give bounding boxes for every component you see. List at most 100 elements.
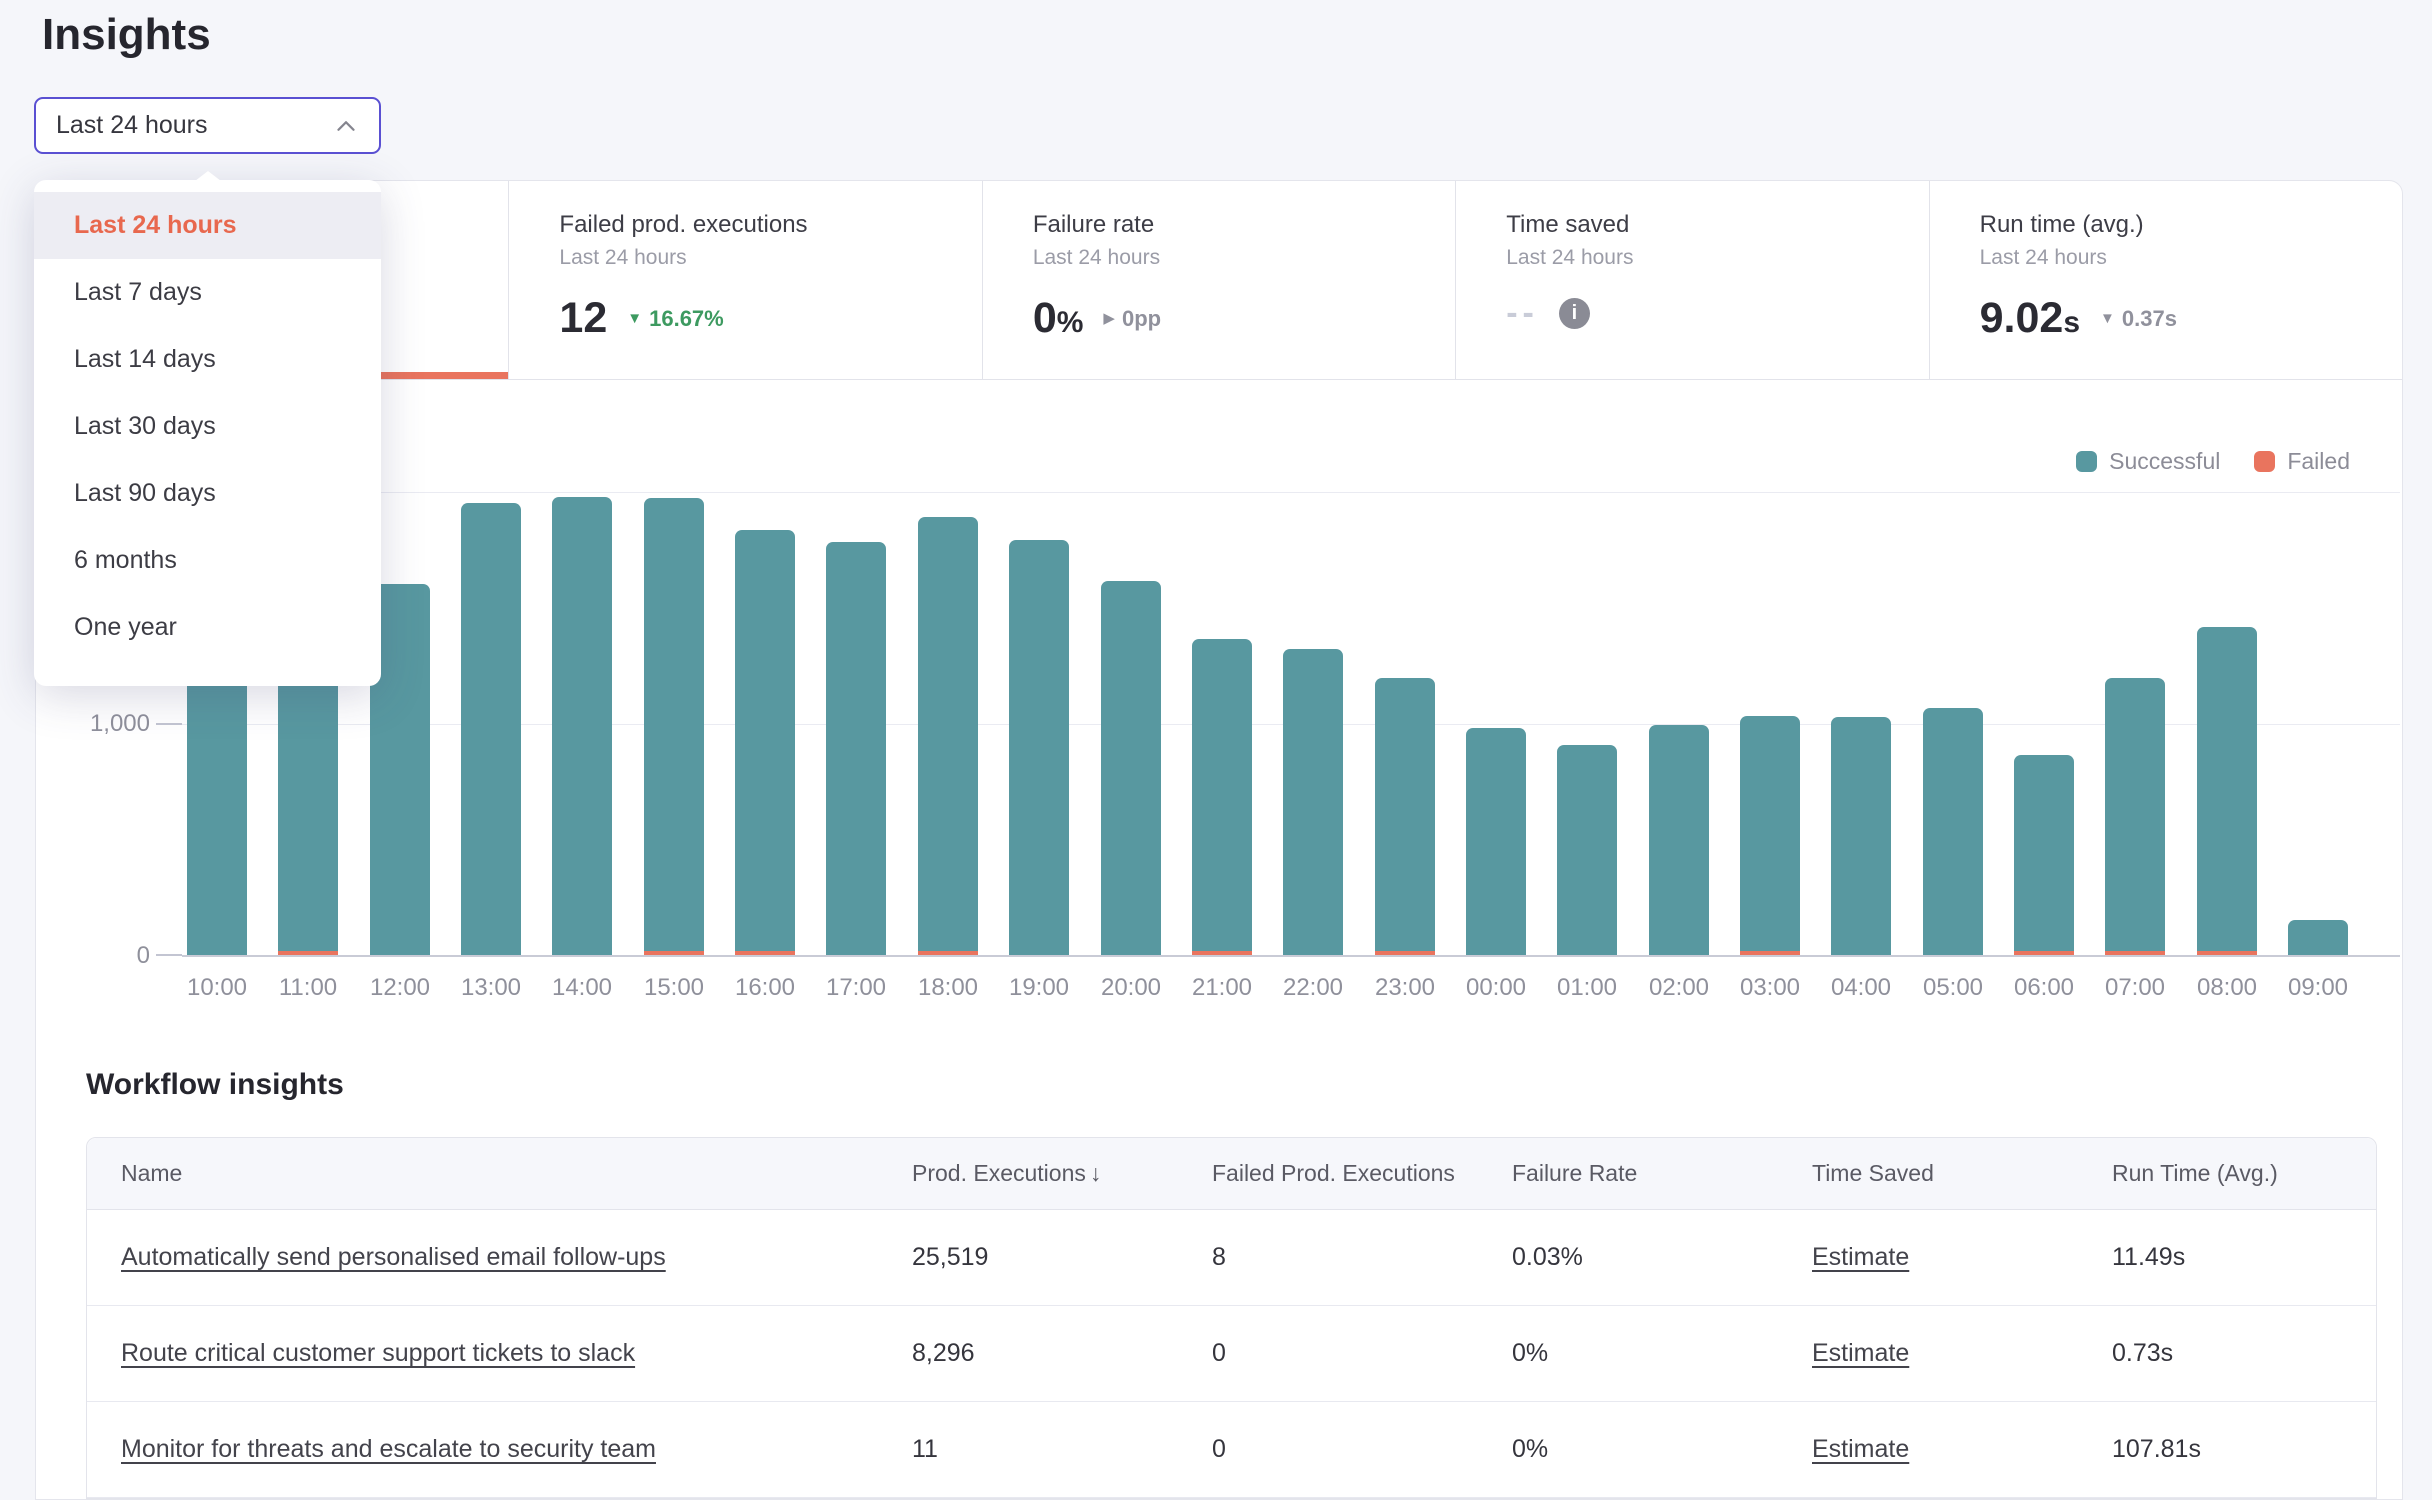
legend-swatch	[2076, 451, 2097, 472]
card-subtitle: Last 24 hours	[1506, 246, 1898, 270]
bar-14-00[interactable]	[552, 497, 612, 955]
col-header-run-time[interactable]: Run Time (Avg.)	[2112, 1160, 2376, 1187]
col-header-failed-prod-executions[interactable]: Failed Prod. Executions	[1212, 1160, 1512, 1187]
card-delta: ▼ 0.37s	[2100, 306, 2177, 332]
x-axis-label: 16:00	[719, 974, 811, 1002]
info-icon[interactable]: i	[1559, 298, 1590, 329]
estimate-link[interactable]: Estimate	[1812, 1243, 1909, 1271]
legend-swatch	[2254, 451, 2275, 472]
col-header-name[interactable]: Name	[121, 1160, 912, 1187]
x-axis-label: 10:00	[171, 974, 263, 1002]
workflow-table: Name Prod. Executions↓ Failed Prod. Exec…	[86, 1137, 2377, 1499]
cell-run-time: 107.81s	[2112, 1435, 2376, 1464]
card-subtitle: Last 24 hours	[1980, 246, 2372, 270]
workflow-link[interactable]: Route critical customer support tickets …	[121, 1339, 635, 1367]
bar-22-00[interactable]	[1283, 649, 1343, 955]
bar-17-00[interactable]	[826, 542, 886, 955]
table-header-row: Name Prod. Executions↓ Failed Prod. Exec…	[87, 1138, 2376, 1210]
sort-desc-icon: ↓	[1090, 1160, 1102, 1186]
bar-05-00[interactable]	[1923, 708, 1983, 955]
summary-card-failed-prod-executions[interactable]: Failed prod. executions Last 24 hours 12…	[508, 181, 981, 379]
legend-item-successful[interactable]: Successful	[2076, 448, 2220, 475]
card-title: Failure rate	[1033, 211, 1425, 239]
menu-item-last-24-hours[interactable]: Last 24 hours	[34, 192, 381, 259]
insights-page: Insights Failed prod. executions Last 24…	[0, 0, 2432, 1500]
menu-item-last-14-days[interactable]: Last 14 days	[34, 326, 381, 393]
delta-text: 0.37s	[2122, 306, 2177, 332]
bar-18-00[interactable]	[918, 517, 978, 955]
x-axis-label: 11:00	[262, 974, 354, 1002]
bar-03-00[interactable]	[1740, 716, 1800, 955]
x-axis-label: 07:00	[2089, 974, 2181, 1002]
page-title: Insights	[42, 10, 211, 60]
bar-13-00[interactable]	[461, 503, 521, 955]
cell-failure-rate: 0%	[1512, 1339, 1812, 1368]
menu-item-last-30-days[interactable]: Last 30 days	[34, 393, 381, 460]
card-delta: ▶ 0pp	[1103, 306, 1161, 332]
estimate-link[interactable]: Estimate	[1812, 1339, 1909, 1367]
bar-01-00[interactable]	[1557, 745, 1617, 955]
x-axis-line	[182, 955, 2400, 957]
card-value: 0%	[1033, 294, 1084, 343]
x-axis-label: 23:00	[1359, 974, 1451, 1002]
bar-21-00[interactable]	[1192, 639, 1252, 955]
workflow-insights-heading: Workflow insights	[86, 1068, 344, 1102]
cell-failure-rate: 0.03%	[1512, 1243, 1812, 1272]
x-axis-label: 14:00	[536, 974, 628, 1002]
time-range-menu: Last 24 hoursLast 7 daysLast 14 daysLast…	[34, 180, 381, 686]
delta-text: 0pp	[1122, 306, 1161, 332]
table-row: Monitor for threats and escalate to secu…	[87, 1402, 2376, 1498]
bar-failed-segment	[2197, 951, 2257, 955]
cell-run-time: 11.49s	[2112, 1243, 2376, 1272]
cell-failed-prod-executions: 8	[1212, 1243, 1512, 1272]
card-title: Time saved	[1506, 211, 1898, 239]
workflow-link[interactable]: Monitor for threats and escalate to secu…	[121, 1435, 656, 1463]
bar-15-00[interactable]	[644, 498, 704, 955]
card-title: Run time (avg.)	[1980, 211, 2372, 239]
col-header-prod-executions[interactable]: Prod. Executions↓	[912, 1160, 1212, 1187]
bar-00-00[interactable]	[1466, 728, 1526, 955]
col-header-time-saved[interactable]: Time Saved	[1812, 1160, 2112, 1187]
gridline-2000	[182, 492, 2400, 493]
x-axis-label: 18:00	[902, 974, 994, 1002]
menu-item-one-year[interactable]: One year	[34, 594, 381, 661]
time-range-select[interactable]: Last 24 hours	[34, 97, 381, 154]
bar-02-00[interactable]	[1649, 725, 1709, 955]
workflow-link[interactable]: Automatically send personalised email fo…	[121, 1243, 666, 1271]
bar-23-00[interactable]	[1375, 678, 1435, 955]
card-subtitle: Last 24 hours	[559, 246, 951, 270]
cell-run-time: 0.73s	[2112, 1339, 2376, 1368]
bar-failed-segment	[2014, 951, 2074, 955]
card-delta: ▼ 16.67%	[627, 306, 723, 332]
summary-card-failure-rate[interactable]: Failure rate Last 24 hours 0% ▶ 0pp	[982, 181, 1455, 379]
menu-item-last-7-days[interactable]: Last 7 days	[34, 259, 381, 326]
bar-06-00[interactable]	[2014, 755, 2074, 955]
bar-20-00[interactable]	[1101, 581, 1161, 955]
bar-failed-segment	[1740, 951, 1800, 955]
x-axis-label: 02:00	[1633, 974, 1725, 1002]
estimate-link[interactable]: Estimate	[1812, 1435, 1909, 1463]
bar-09-00[interactable]	[2288, 920, 2348, 955]
bar-failed-segment	[1375, 951, 1435, 955]
legend-item-failed[interactable]: Failed	[2254, 448, 2350, 475]
bar-16-00[interactable]	[735, 530, 795, 955]
summary-cards-row: Failed prod. executions Last 24 hours 12…	[36, 181, 2402, 380]
card-value: 12	[559, 294, 607, 343]
summary-card-time-saved[interactable]: Time saved Last 24 hours -- i	[1455, 181, 1928, 379]
x-axis-label: 15:00	[628, 974, 720, 1002]
x-axis-label: 09:00	[2272, 974, 2364, 1002]
menu-item-6-months[interactable]: 6 months	[34, 527, 381, 594]
bar-failed-segment	[735, 951, 795, 955]
summary-card-run-time[interactable]: Run time (avg.) Last 24 hours 9.02s ▼ 0.…	[1929, 181, 2402, 379]
bar-19-00[interactable]	[1009, 540, 1069, 955]
card-subtitle: Last 24 hours	[1033, 246, 1425, 270]
menu-item-last-90-days[interactable]: Last 90 days	[34, 460, 381, 527]
y-tick	[156, 954, 182, 956]
bar-07-00[interactable]	[2105, 678, 2165, 955]
x-axis-label: 05:00	[1907, 974, 1999, 1002]
x-axis-label: 19:00	[993, 974, 1085, 1002]
bar-failed-segment	[644, 951, 704, 955]
bar-08-00[interactable]	[2197, 627, 2257, 955]
col-header-failure-rate[interactable]: Failure Rate	[1512, 1160, 1812, 1187]
bar-04-00[interactable]	[1831, 717, 1891, 955]
